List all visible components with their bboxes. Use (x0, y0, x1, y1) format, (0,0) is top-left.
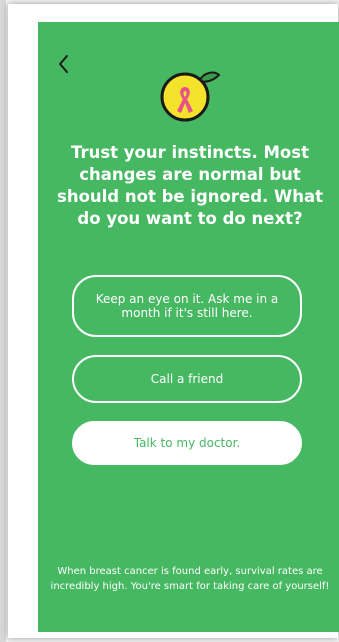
phone-frame: Trust your instincts. Most changes are n… (8, 4, 339, 638)
app-screen: Trust your instincts. Most changes are n… (38, 22, 339, 632)
option-call-friend-button[interactable]: Call a friend (72, 355, 302, 403)
option-keep-an-eye-button[interactable]: Keep an eye on it. Ask me in a month if … (72, 275, 302, 337)
back-button[interactable] (52, 52, 76, 76)
left-edge (0, 0, 6, 642)
footer-message: When breast cancer is found early, survi… (50, 566, 330, 592)
lemon-logo (157, 67, 223, 123)
chevron-left-icon (59, 55, 68, 73)
option-talk-doctor-button[interactable]: Talk to my doctor. (72, 421, 302, 465)
lemon-pink-ribbon-icon (160, 71, 221, 122)
question-text: Trust your instincts. Most changes are n… (57, 143, 323, 228)
